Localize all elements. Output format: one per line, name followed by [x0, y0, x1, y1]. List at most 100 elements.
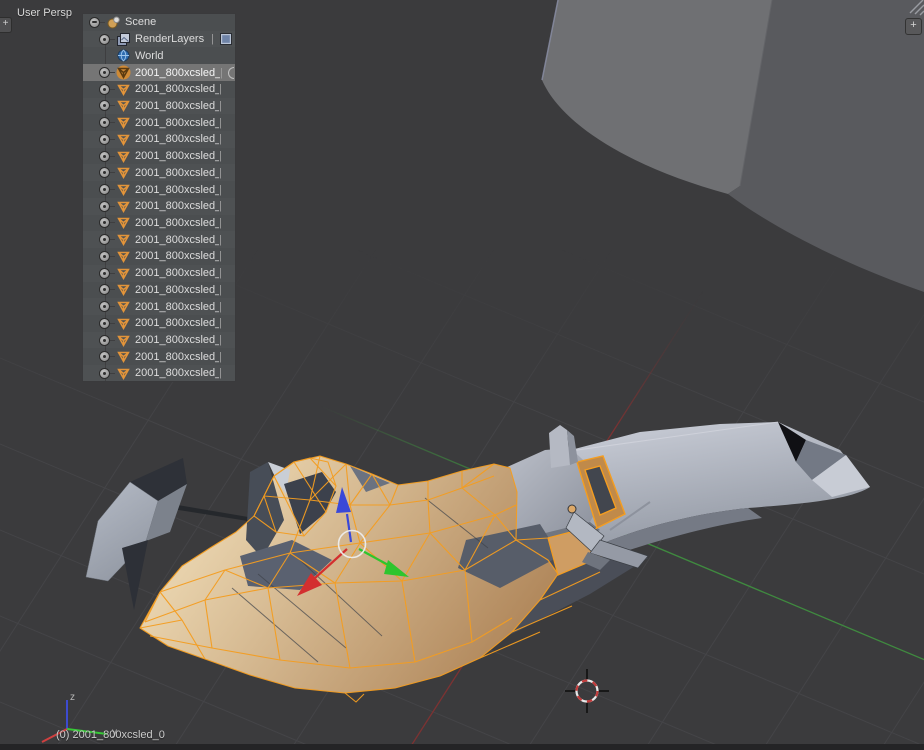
outliner-row[interactable]: 2001_800xcsled_9| — [83, 365, 235, 382]
outliner-item-label: 2001_800xcsled_22 — [135, 250, 219, 262]
mesh-icon — [116, 182, 131, 197]
sled-hull — [140, 456, 560, 693]
outliner-item-label: 2001_800xcsled_5 — [135, 317, 219, 329]
expand-toggle-icon[interactable] — [99, 301, 110, 312]
mesh-icon — [116, 316, 131, 331]
editor-divider[interactable] — [0, 744, 924, 750]
expand-toggle-icon[interactable] — [99, 201, 110, 212]
column-separator: | — [219, 184, 235, 196]
outliner-row[interactable]: Scene — [83, 14, 235, 31]
properties-expand-button[interactable]: + — [905, 18, 922, 35]
tree-connector — [110, 189, 115, 190]
blender-window: z y User Persp (0) 2001_800xcsled_0 + + … — [0, 0, 924, 750]
expand-toggle-icon[interactable] — [99, 100, 110, 111]
column-separator: | — [219, 334, 235, 346]
toolshelf-expand-button[interactable]: + — [0, 17, 12, 33]
column-separator: | — [219, 167, 235, 179]
outliner-panel: Scene RenderLayers| World 2001_800xcsled… — [82, 13, 236, 382]
tree-connector — [110, 89, 115, 90]
outliner-row[interactable]: 2001_800xcsled_3| — [83, 282, 235, 299]
expand-toggle-icon[interactable] — [99, 318, 110, 329]
mesh-icon — [116, 199, 131, 214]
expand-toggle-icon[interactable] — [99, 117, 110, 128]
outliner-row[interactable]: 2001_800xcsled_5| — [83, 315, 235, 332]
renderlayers-badge-icon — [219, 32, 233, 46]
mesh-icon — [116, 266, 131, 281]
outliner-row[interactable]: RenderLayers| — [83, 31, 235, 48]
outliner-row[interactable]: 2001_800xcsled_15| — [83, 148, 235, 165]
expand-toggle-icon[interactable] — [99, 167, 110, 178]
expand-toggle-icon[interactable] — [89, 17, 100, 28]
outliner-item-label: 2001_800xcsled_1 — [135, 83, 219, 95]
expand-toggle-icon[interactable] — [99, 335, 110, 346]
expand-toggle-icon[interactable] — [99, 84, 110, 95]
mesh-icon — [116, 333, 131, 348]
outliner-item-label: 2001_800xcsled_11 — [135, 100, 219, 112]
outliner-item-label: 2001_800xcsled_7 — [135, 351, 219, 363]
expand-toggle-icon[interactable] — [99, 268, 110, 279]
expand-toggle-icon[interactable] — [99, 134, 110, 145]
column-separator: | — [219, 100, 235, 112]
outliner-row[interactable]: 2001_800xcsled_18| — [83, 164, 235, 181]
column-separator: | — [219, 367, 235, 379]
column-separator: | — [219, 133, 235, 145]
mast-post — [549, 425, 578, 468]
outliner-item-label: 2001_800xcsled_20 — [135, 217, 219, 229]
outliner-item-label: 2001_800xcsled_12 — [135, 117, 219, 129]
outliner-item-label: 2001_800xcsled_15 — [135, 150, 219, 162]
outliner-row[interactable]: 2001_800xcsled_14| — [83, 131, 235, 148]
expand-toggle-icon[interactable] — [99, 284, 110, 295]
active-object-label: (0) 2001_800xcsled_0 — [56, 729, 165, 742]
outliner-row[interactable]: 2001_800xcsled_6| — [83, 332, 235, 349]
mesh-icon — [116, 366, 131, 381]
tree-connector — [110, 273, 115, 274]
outliner-row[interactable]: 2001_800xcsled_23| — [83, 265, 235, 282]
column-separator: | — [219, 217, 235, 229]
outliner-row[interactable]: 2001_800xcsled_11| — [83, 98, 235, 115]
tree-connector — [110, 340, 115, 341]
outliner-row[interactable]: 2001_800xcsled_4| — [83, 298, 235, 315]
outliner-item-label: 2001_800xcsled_9 — [135, 367, 219, 379]
background-object[interactable] — [542, 0, 924, 292]
outliner-item-label: 2001_800xcsled_21 — [135, 234, 219, 246]
tree-connector — [110, 289, 115, 290]
outliner-row[interactable]: 2001_800xcsled_22| — [83, 248, 235, 265]
column-separator: | — [219, 234, 235, 246]
column-separator: | — [219, 351, 235, 363]
expand-toggle-icon[interactable] — [99, 151, 110, 162]
expand-toggle-icon[interactable] — [99, 368, 110, 379]
column-separator: | — [219, 301, 235, 313]
tree-connector — [110, 139, 115, 140]
outliner-item-label: Scene — [125, 16, 156, 28]
scene-icon — [106, 15, 121, 30]
outliner-row[interactable]: 2001_800xcsled_12| — [83, 114, 235, 131]
outliner-item-label: RenderLayers — [135, 33, 204, 45]
outliner-row[interactable]: 2001_800xcsled_2| — [83, 198, 235, 215]
outliner-row[interactable]: 2001_800xcsled_19| — [83, 181, 235, 198]
outliner-row[interactable]: 2001_800xcsled_7| — [83, 348, 235, 365]
expand-toggle-icon[interactable] — [99, 217, 110, 228]
outliner-item-label: 2001_800xcsled_3 — [135, 284, 219, 296]
outliner-row[interactable]: 2001_800xcsled_21| — [83, 231, 235, 248]
expand-toggle-icon[interactable] — [99, 234, 110, 245]
expand-toggle-icon[interactable] — [99, 67, 110, 78]
column-separator: | — [219, 83, 235, 95]
outliner-item-label: World — [135, 50, 164, 62]
tree-connector — [110, 172, 115, 173]
outliner-item-label: 2001_800xcsled_18 — [135, 167, 219, 179]
expand-toggle-icon[interactable] — [99, 34, 110, 45]
view-mode-label: User Persp — [17, 7, 72, 20]
column-separator: | — [219, 284, 235, 296]
mesh-icon — [116, 299, 131, 314]
outliner-item-label: 2001_800xcsled_23 — [135, 267, 219, 279]
sled-model[interactable] — [86, 422, 870, 702]
expand-toggle-icon[interactable] — [99, 184, 110, 195]
outliner-row[interactable]: 2001_800xcsled_0| — [83, 64, 235, 81]
outliner-row[interactable]: World — [83, 47, 235, 64]
expand-toggle-icon[interactable] — [99, 251, 110, 262]
mesh-icon — [116, 349, 131, 364]
outliner-row[interactable]: 2001_800xcsled_1| — [83, 81, 235, 98]
expand-toggle-icon[interactable] — [99, 351, 110, 362]
tree-connector — [110, 105, 115, 106]
outliner-row[interactable]: 2001_800xcsled_20| — [83, 215, 235, 232]
